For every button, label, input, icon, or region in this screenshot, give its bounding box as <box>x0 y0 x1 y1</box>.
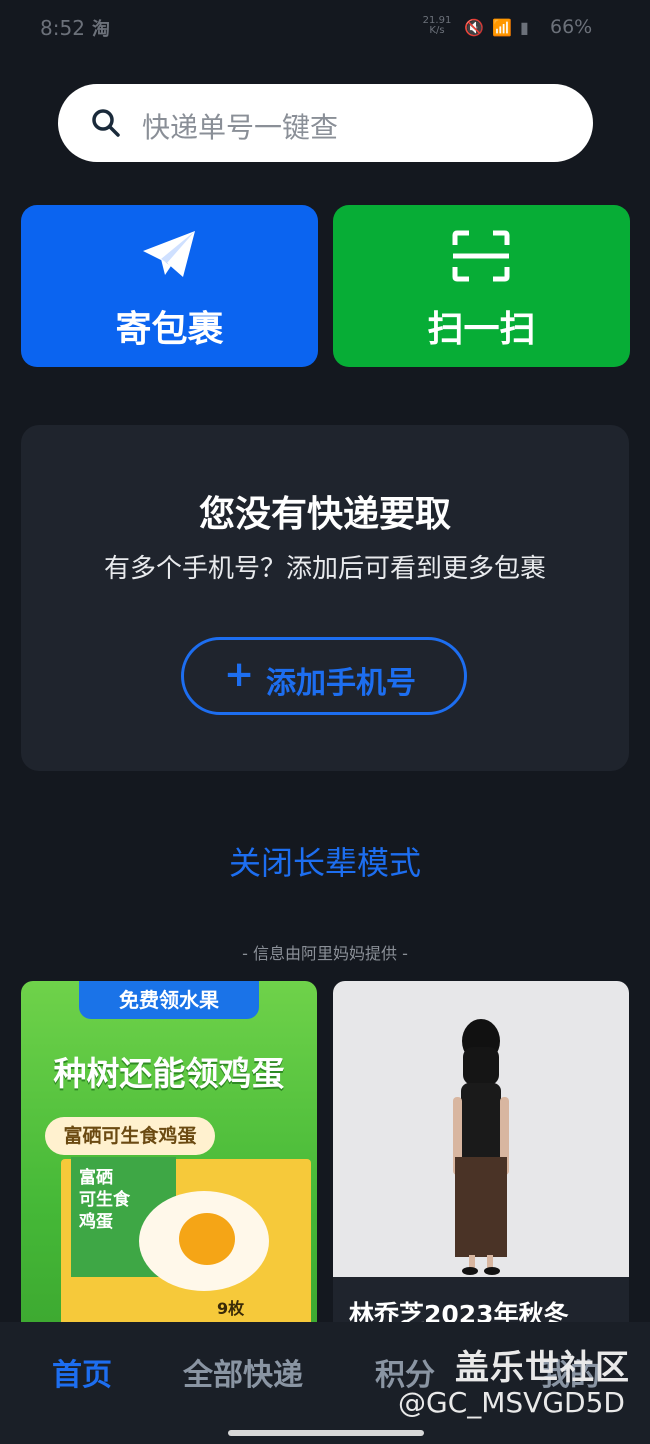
plus-icon: + <box>224 654 255 695</box>
ad-provider-note: - 信息由阿里妈妈提供 - <box>242 944 408 963</box>
scan-label: 扫一扫 <box>427 309 536 350</box>
ad-card-fashion[interactable]: 林乔芝2023年秋冬 <box>333 981 629 1361</box>
box-line: 鸡蛋 <box>79 1212 113 1232</box>
scan-button[interactable]: 扫一扫 <box>333 205 630 367</box>
scan-icon <box>452 230 510 282</box>
box-line: 可生食 <box>79 1190 130 1210</box>
signal-icon: ▮ <box>520 18 529 37</box>
net-speed: 21.91 K/s <box>420 16 454 36</box>
battery-level: 66% <box>550 16 593 38</box>
ad-headline: 种树还能领鸡蛋 <box>53 1054 285 1093</box>
send-parcel-label: 寄包裹 <box>115 309 224 350</box>
empty-title: 您没有快递要取 <box>198 494 451 535</box>
wifi-icon: 📶 <box>492 18 512 37</box>
box-line: 富硒 <box>79 1168 113 1188</box>
search-placeholder: 快递单号一键查 <box>142 111 339 144</box>
watermark-handle: @GC_MSVGD5D <box>398 1386 625 1419</box>
taobao-notification-icon: 淘 <box>92 19 110 40</box>
egg-count: 9枚 <box>217 1299 245 1318</box>
empty-subtitle: 有多个手机号？添加后可看到更多包裹 <box>103 554 546 584</box>
close-elder-mode-link[interactable]: 关闭长辈模式 <box>0 838 650 884</box>
status-bar: 8:52 淘 21.91 K/s 🔇 📶 ▮ 66% <box>0 0 650 60</box>
mute-icon: 🔇 <box>464 18 484 37</box>
ad-tag: 免费领水果 <box>79 981 259 1019</box>
net-speed-unit: K/s <box>429 25 445 36</box>
send-parcel-button[interactable]: 寄包裹 <box>21 205 318 367</box>
model-photo <box>453 1019 509 1275</box>
search-icon <box>92 109 120 137</box>
ad-card-tree-eggs[interactable]: 免费领水果 种树还能领鸡蛋 富硒 可生食 鸡蛋 富硒可生食鸡蛋 9枚 <box>21 981 317 1361</box>
tracking-search-bar[interactable]: 快递单号一键查 <box>58 84 593 162</box>
nav-all-parcels[interactable]: 全部快递 <box>183 1350 303 1394</box>
add-phone-label: 添加手机号 <box>266 666 416 701</box>
fried-egg-yolk <box>179 1213 235 1265</box>
empty-parcels-panel: 您没有快递要取 有多个手机号？添加后可看到更多包裹 + 添加手机号 <box>21 425 629 771</box>
nav-home[interactable]: 首页 <box>52 1350 112 1394</box>
home-indicator[interactable] <box>228 1430 424 1436</box>
add-phone-button[interactable]: + 添加手机号 <box>181 637 467 715</box>
watermark-community: 盖乐世社区 <box>455 1348 630 1388</box>
status-time: 8:52 <box>40 16 85 40</box>
ad-product-pill: 富硒可生食鸡蛋 <box>45 1117 215 1155</box>
paper-plane-icon <box>143 231 195 277</box>
